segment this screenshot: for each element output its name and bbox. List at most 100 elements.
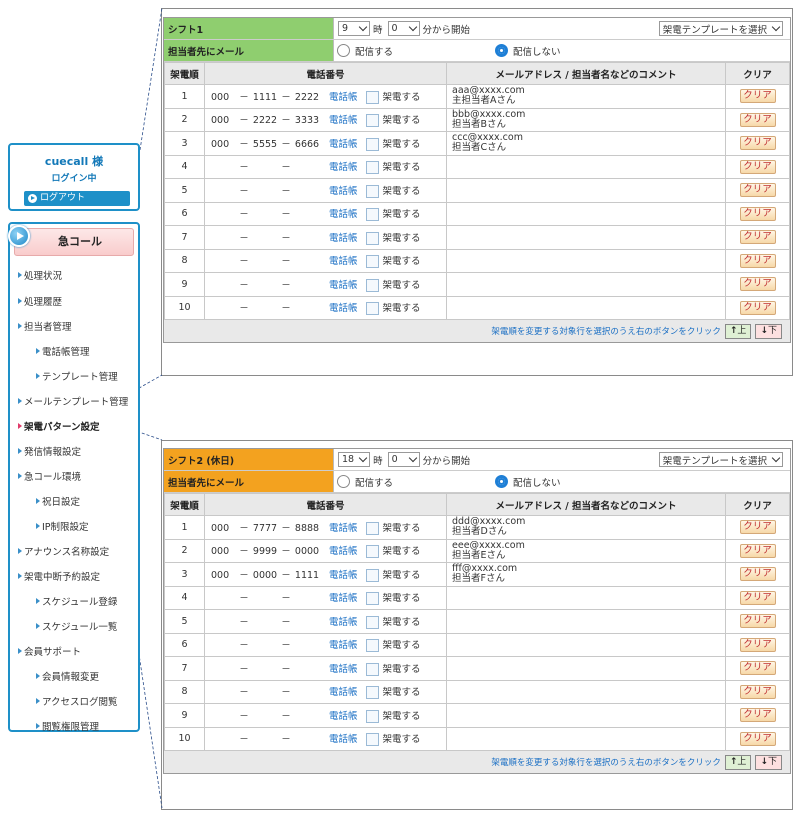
call-checkbox[interactable] [365,615,379,629]
mail-cell[interactable] [446,272,726,297]
mail-cell[interactable] [446,201,726,226]
mail-cell[interactable] [446,248,726,273]
call-checkbox[interactable] [365,161,379,175]
menu-item[interactable]: アクセスログ閲覧 [36,694,118,708]
table-row[interactable]: 9 －－ 電話帳 架電する クリア [164,703,790,728]
menu-item[interactable]: 祝日設定 [36,494,80,508]
minute-select[interactable]: 0 [387,452,420,467]
call-checkbox[interactable] [365,662,379,676]
clear-button[interactable]: クリア [739,112,776,127]
call-checkbox[interactable] [365,231,379,245]
clear-button[interactable]: クリア [739,731,776,746]
menu-item[interactable]: メールテンプレート管理 [18,394,128,408]
phonebook-link[interactable]: 電話帳 [329,593,358,604]
clear-button[interactable]: クリア [739,543,776,558]
phonebook-link[interactable]: 電話帳 [329,92,358,103]
move-down-button[interactable]: 下 [755,323,782,339]
phonebook-link[interactable]: 電話帳 [329,162,358,173]
menu-item[interactable]: 処理履歴 [18,294,62,308]
mail-cell[interactable] [446,609,726,634]
menu-item[interactable]: 電話帳管理 [36,344,90,358]
mail-cell[interactable] [446,679,726,704]
phonebook-link[interactable]: 電話帳 [329,209,358,220]
phonebook-link[interactable]: 電話帳 [329,617,358,628]
logout-button[interactable]: ログアウト [24,191,130,206]
table-row[interactable]: 4 －－ 電話帳 架電する クリア [164,154,790,179]
table-row[interactable]: 5 －－ 電話帳 架電する クリア [164,178,790,203]
move-up-button[interactable]: 上 [724,754,752,770]
move-up-button[interactable]: 上 [724,323,752,339]
hour-select[interactable]: 18 [338,452,371,467]
call-checkbox[interactable] [365,686,379,700]
table-row[interactable]: 1 000 － 7777 － 8888 電話帳 架電する ddd@xxxx.com 担当者Dさんク… [164,515,790,540]
call-checkbox[interactable] [365,568,379,582]
template-select[interactable]: 架電テンプレートを選択 [658,21,783,36]
mail-cell[interactable]: aaa@xxxx.com 主担当者Aさん [446,84,726,109]
mail-cell[interactable]: eee@xxxx.com 担当者Eさん [446,538,726,563]
mail-cell[interactable] [446,154,726,179]
clear-button[interactable]: クリア [739,661,776,676]
table-row[interactable]: 2 000 － 2222 － 3333 電話帳 架電する bbb@xxxx.com 担当者Bさんク… [164,107,790,132]
phonebook-link[interactable]: 電話帳 [329,711,358,722]
phonebook-link[interactable]: 電話帳 [329,280,358,291]
call-checkbox[interactable] [365,592,379,606]
phonebook-link[interactable]: 電話帳 [329,115,358,126]
clear-button[interactable]: クリア [739,614,776,629]
table-row[interactable]: 8 －－ 電話帳 架電する クリア [164,679,790,704]
clear-button[interactable]: クリア [739,183,776,198]
phonebook-link[interactable]: 電話帳 [329,664,358,675]
call-checkbox[interactable] [365,278,379,292]
menu-item[interactable]: 担当者管理 [18,319,72,333]
table-row[interactable]: 7 －－ 電話帳 架電する クリア [164,656,790,681]
mail-cell[interactable] [446,585,726,610]
table-row[interactable]: 2 000 － 9999 － 0000 電話帳 架電する eee@xxxx.com 担当者Eさんク… [164,538,790,563]
template-select[interactable]: 架電テンプレートを選択 [658,452,783,467]
menu-item[interactable]: IP制限設定 [36,519,89,533]
call-checkbox[interactable] [365,90,379,104]
hour-select[interactable]: 9 [338,21,370,36]
phonebook-link[interactable]: 電話帳 [329,640,358,651]
mail-cell[interactable] [446,632,726,657]
mail-cell[interactable] [446,656,726,681]
menu-item[interactable]: テンプレート管理 [36,369,118,383]
mail-cell[interactable] [446,178,726,203]
radio-send[interactable] [337,44,350,57]
phonebook-link[interactable]: 電話帳 [329,139,358,150]
clear-button[interactable]: クリア [739,89,776,104]
phonebook-link[interactable]: 電話帳 [329,303,358,314]
call-checkbox[interactable] [365,255,379,269]
mail-cell[interactable]: bbb@xxxx.com 担当者Bさん [446,107,726,132]
table-row[interactable]: 8 －－ 電話帳 架電する クリア [164,248,790,273]
clear-button[interactable]: クリア [739,567,776,582]
clear-button[interactable]: クリア [739,684,776,699]
call-checkbox[interactable] [365,302,379,316]
phonebook-link[interactable]: 電話帳 [329,687,358,698]
move-down-button[interactable]: 下 [755,754,782,770]
call-checkbox[interactable] [365,545,379,559]
table-row[interactable]: 6 －－ 電話帳 架電する クリア [164,632,790,657]
call-checkbox[interactable] [365,521,379,535]
table-row[interactable]: 3 000 － 5555 － 6666 電話帳 架電する ccc@xxxx.com 担当者Cさんク… [164,131,790,156]
phonebook-link[interactable]: 電話帳 [329,734,358,745]
mail-cell[interactable]: ccc@xxxx.com 担当者Cさん [446,131,726,156]
menu-item[interactable]: スケジュール一覧 [36,619,117,633]
phonebook-link[interactable]: 電話帳 [329,186,358,197]
table-row[interactable]: 1 000 － 1111 － 2222 電話帳 架電する aaa@xxxx.com 主担当者Aさん… [164,84,790,109]
radio-nosend[interactable] [495,44,509,57]
menu-item[interactable]: 会員サポート [18,644,81,658]
menu-item[interactable]: 処理状況 [18,268,62,282]
call-checkbox[interactable] [365,184,379,198]
clear-button[interactable]: クリア [739,590,776,605]
clear-button[interactable]: クリア [739,230,776,245]
menu-item[interactable]: 会員情報変更 [36,669,99,683]
table-row[interactable]: 10 －－ 電話帳 架電する クリア [164,295,790,320]
radio-nosend[interactable] [495,475,509,488]
table-row[interactable]: 3 000 － 0000 － 1111 電話帳 架電する fff@xxxx.com 担当者Fさんク… [164,562,790,587]
table-row[interactable]: 4 －－ 電話帳 架電する クリア [164,585,790,610]
menu-item[interactable]: 架電パターン設定 [18,419,100,433]
call-checkbox[interactable] [365,709,379,723]
mail-cell[interactable] [446,703,726,728]
minute-select[interactable]: 0 [387,21,420,36]
clear-button[interactable]: クリア [739,277,776,292]
menu-item[interactable]: 架電中断予約設定 [18,569,100,583]
